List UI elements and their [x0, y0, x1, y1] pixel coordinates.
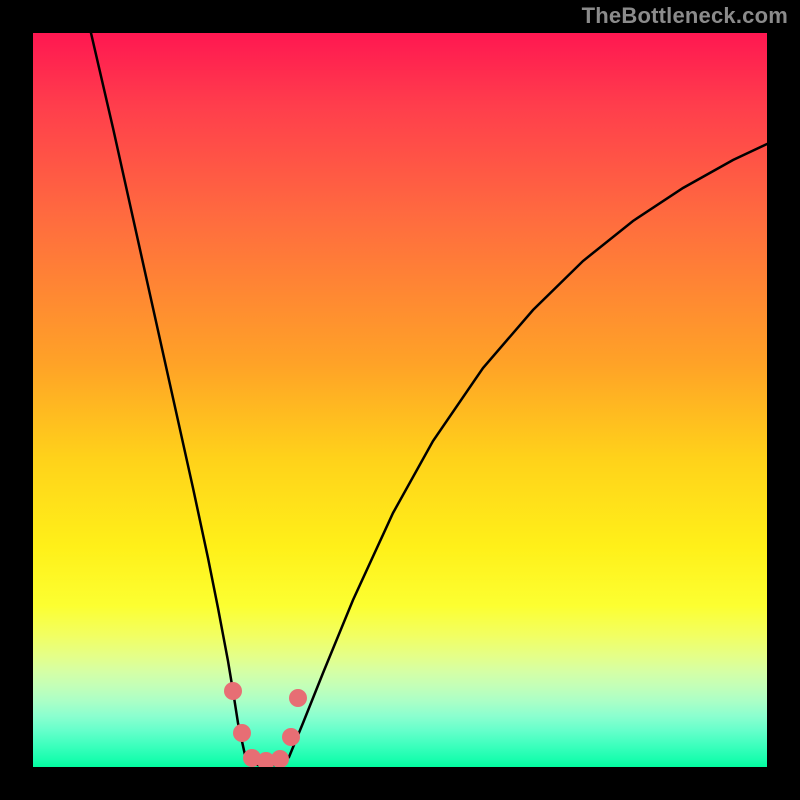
marker-point [233, 724, 251, 742]
chart-frame: TheBottleneck.com [0, 0, 800, 800]
marker-point [289, 689, 307, 707]
chart-markers [224, 682, 307, 767]
chart-svg [33, 33, 767, 767]
marker-point [271, 750, 289, 767]
chart-plot-area [33, 33, 767, 767]
marker-point [282, 728, 300, 746]
marker-point [224, 682, 242, 700]
bottleneck-curve [91, 33, 767, 766]
watermark-text: TheBottleneck.com [582, 3, 788, 29]
